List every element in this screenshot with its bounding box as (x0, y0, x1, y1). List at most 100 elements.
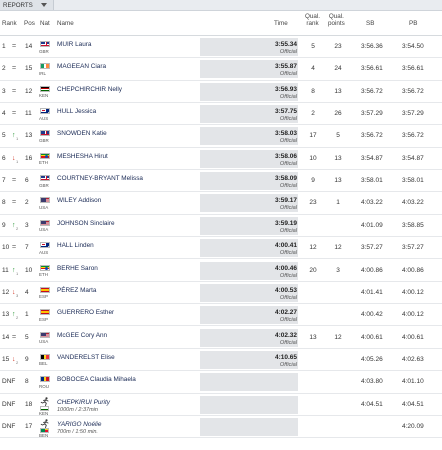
position-cell: 2 (25, 199, 29, 207)
qual-points-cell: 23 (334, 43, 342, 50)
season-best-cell: 3:56.72 (361, 132, 383, 140)
personal-best-cell: 3:54.87 (402, 154, 424, 162)
athlete-name-link[interactable]: MESHESHA Hirut (57, 153, 108, 160)
athlete-name-link[interactable]: BERHE Saron (57, 265, 98, 272)
athlete-name-link[interactable]: GUERRERO Esther (57, 309, 114, 316)
result-time: 3:58.09 (274, 175, 297, 183)
equal-icon: = (12, 333, 17, 341)
result-status: Official (279, 183, 297, 190)
result-status: Official (279, 339, 297, 346)
table-row[interactable]: 6 ↓ 1 16 ETH MESHESHA Hirut 3:58.06 Official 10 1… (0, 148, 442, 171)
country-flag-icon (40, 152, 50, 159)
athlete-name-link[interactable]: PÉREZ Marta (57, 287, 96, 294)
personal-best-cell: 3:56.72 (402, 87, 424, 95)
result-status: Official (279, 116, 297, 123)
table-row[interactable]: 12↓34ESPPÉREZ MartaSB4:00.53Official4:01… (0, 282, 442, 305)
athlete-name-link[interactable]: JOHNSON Sinclaire (57, 220, 115, 227)
arrow-up-icon: ↑ (12, 311, 16, 319)
rank-cell: 2 (2, 65, 6, 73)
table-row[interactable]: 9↑23USAJOHNSON SinclairePB3:59.19Officia… (0, 215, 442, 238)
rank-cell: 5 (2, 132, 6, 140)
country-flag-icon (40, 376, 50, 383)
athlete-name-link[interactable]: CHEPKIRUI Purity (57, 399, 110, 406)
time-cell (200, 373, 298, 392)
result-status: Official (279, 250, 297, 257)
qual-rank-cell: 20 (309, 266, 317, 274)
table-row[interactable]: 11↑110ETHBERHE SaronPB4:00.46Official203… (0, 260, 442, 282)
table-row[interactable]: 15 ↓ 2 9 BEL VANDERELST Elise 4:10.65 Official 4… (0, 349, 442, 372)
result-time: 3:58.06 (274, 152, 297, 160)
table-row[interactable]: 13 ↑ 2 1 ESP GUERRERO Esther 4:02.27 Official 4:… (0, 304, 442, 327)
rank-change-count: 2 (16, 359, 19, 365)
country-flag-icon (40, 63, 50, 70)
personal-best-cell: 4:03.22 (402, 199, 424, 207)
season-best-cell: 4:01.41 (361, 288, 383, 296)
result-status: Official (279, 71, 297, 78)
rank-cell: DNF (2, 422, 16, 430)
position-cell: 4 (25, 288, 29, 296)
athlete-name-link[interactable]: CHEPCHIRCHIR Nelly (57, 86, 122, 93)
table-row[interactable]: 14 = 5 USA McGEE Cory Ann 4:02.32 Official 13 12… (0, 327, 442, 349)
athlete-name-link[interactable]: BOBOCEA Claudia Mihaela (57, 376, 136, 383)
table-row[interactable]: 7 = 6 GBR COURTNEY-BRYANT Melissa 3:58.09 Off… (0, 170, 442, 193)
country-flag-icon (40, 85, 50, 92)
table-row[interactable]: DNF 8 ROU BOBOCEA Claudia Mihaela 4:03.80 4:0… (0, 371, 442, 394)
result-time: 4:02.32 (274, 331, 297, 339)
country-flag-icon (40, 264, 50, 271)
athlete-name-link[interactable]: HULL Jessica (57, 108, 96, 115)
season-best-cell: 3:57.29 (361, 110, 383, 118)
athlete-name-link[interactable]: VANDERELST Elise (57, 354, 115, 361)
athlete-name-link[interactable]: SNOWDEN Katie (57, 130, 107, 137)
rank-cell: DNF (2, 400, 16, 408)
season-best-cell: 3:56.61 (361, 65, 383, 73)
season-best-cell: 4:03.22 (361, 199, 383, 207)
result-status: Official (279, 93, 297, 100)
table-row[interactable]: DNF 17 BEN YARIGO Noélie 700m / 1:50 min. 4:2… (0, 416, 442, 438)
athlete-name-link[interactable]: COURTNEY-BRYANT Melissa (57, 175, 143, 182)
qual-points-cell: 13 (334, 154, 342, 162)
country-code: GBR (39, 137, 49, 143)
equal-icon: = (12, 110, 17, 118)
header-sb: SB (366, 20, 375, 27)
runner-icon (40, 419, 50, 428)
header-pos: Pos (24, 20, 35, 27)
equal-icon: = (12, 43, 17, 50)
personal-best-cell: 4:00.86 (402, 266, 424, 274)
season-best-cell: 4:01.09 (361, 221, 383, 229)
athlete-name-link[interactable]: MAGEEAN Ciara (57, 63, 106, 70)
table-row[interactable]: 1=14 GBRMUIR LauraSB3:55.34Official5233:… (0, 36, 442, 59)
arrow-up-icon: ↑ (12, 221, 16, 229)
table-row[interactable]: 5 ↑ 1 13 GBR SNOWDEN Katie 3:58.03 Official 17 5… (0, 125, 442, 148)
country-code: ETH (39, 272, 48, 277)
athlete-name-link[interactable]: YARIGO Noélie (57, 421, 101, 428)
reports-dropdown[interactable]: REPORTS (0, 0, 54, 10)
result-time: 4:00.46 (274, 264, 297, 272)
country-flag-icon (40, 108, 50, 115)
personal-best-cell: 3:58.01 (402, 177, 424, 185)
arrow-up-icon: ↑ (12, 132, 16, 140)
personal-best-cell: 4:00.12 (402, 288, 424, 296)
table-row[interactable]: 2=15IRLMAGEEAN CiaraNRPB3:55.87Official4… (0, 58, 442, 81)
position-cell: 11 (25, 110, 32, 118)
table-row[interactable]: 4 = 11 AUS HULL Jessica 3:57.75 Official 2 26 3:5… (0, 103, 442, 126)
country-code: AUS (39, 249, 49, 255)
athlete-name-link[interactable]: WILEY Addison (57, 197, 101, 204)
country-flag-icon (40, 197, 50, 204)
qual-rank-cell: 4 (311, 65, 315, 73)
result-status: Official (279, 49, 297, 55)
athlete-name-link[interactable]: HALL Linden (57, 242, 94, 249)
rank-cell: 15 (2, 355, 10, 363)
table-row[interactable]: 3 = 12 KEN CHEPCHIRCHIR Nelly 3:56.93 Official… (0, 81, 442, 103)
table-row[interactable]: 8=2USAWILEY AddisonPB3:59.17Official2314… (0, 192, 442, 215)
season-best-cell: 4:05.26 (361, 355, 383, 363)
result-status: Official (279, 361, 297, 368)
personal-best-cell: 3:57.27 (402, 244, 424, 252)
personal-best-cell: 4:00.12 (402, 311, 424, 319)
table-row[interactable]: DNF 18 KEN CHEPKIRUI Purity 1000m / 2:37min 4… (0, 394, 442, 416)
athlete-name-link[interactable]: MUIR Laura (57, 41, 91, 48)
athlete-name-link[interactable]: McGEE Cory Ann (57, 332, 107, 339)
rank-cell: 7 (2, 177, 6, 185)
reports-label: REPORTS (3, 1, 33, 9)
table-row[interactable]: 10 = 7 AUS HALL Linden 4:00.41 Official 12 12 3:5… (0, 237, 442, 260)
rank-cell: 9 (2, 221, 6, 229)
